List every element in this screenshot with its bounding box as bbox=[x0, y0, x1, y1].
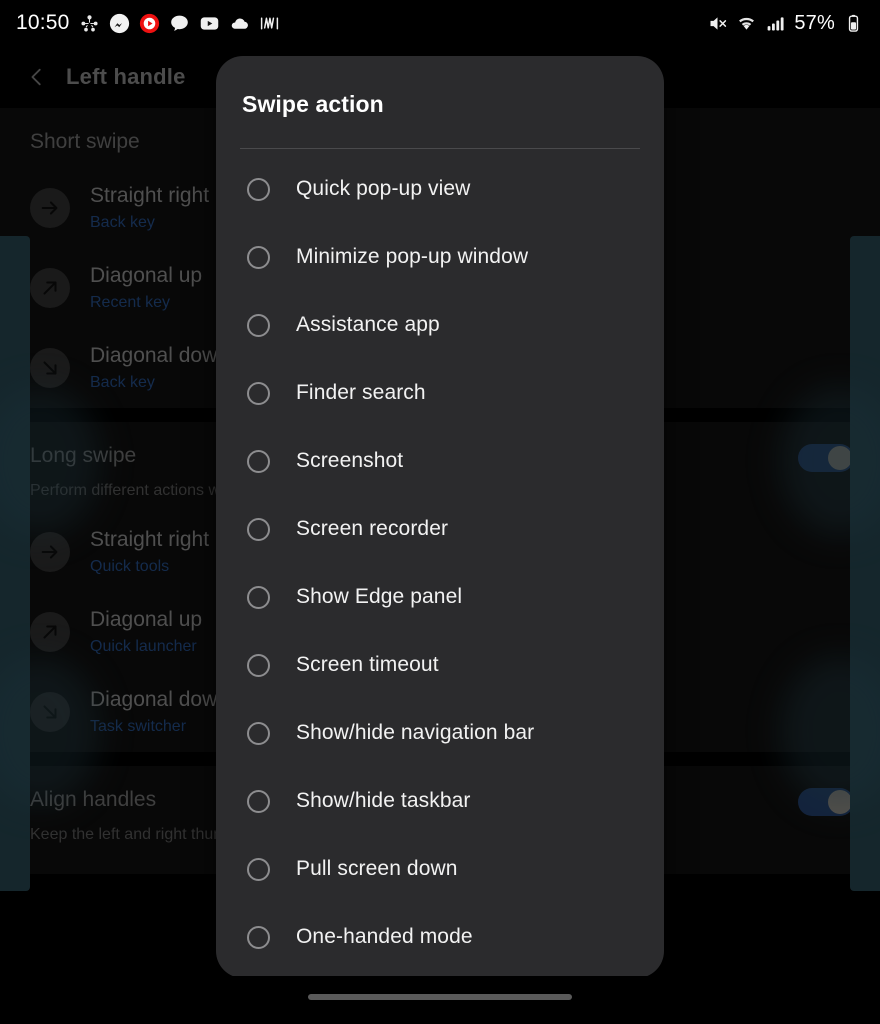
phone-screen: 10:50 57% Swipe action Quick pop-up view… bbox=[0, 0, 880, 1024]
option-label: Quick pop-up view bbox=[296, 177, 471, 200]
sharing-network-icon bbox=[79, 13, 100, 34]
radio-button[interactable] bbox=[247, 177, 270, 201]
option-row[interactable]: One-handed mode bbox=[216, 903, 664, 971]
wifi-icon bbox=[736, 13, 757, 34]
radio-button[interactable] bbox=[247, 245, 270, 269]
status-bar: 10:50 57% bbox=[0, 0, 880, 46]
option-row[interactable]: Minimize pop-up window bbox=[216, 223, 664, 291]
option-label: Show Edge panel bbox=[296, 585, 463, 608]
swipe-action-dialog: Swipe action Quick pop-up view Minimize p… bbox=[216, 56, 664, 978]
gesture-handle[interactable] bbox=[308, 994, 572, 1000]
radio-button[interactable] bbox=[247, 721, 270, 745]
radio-button[interactable] bbox=[247, 313, 270, 337]
option-row[interactable]: Show/hide navigation bar bbox=[216, 699, 664, 767]
radio-button[interactable] bbox=[247, 925, 270, 949]
battery-percent-label: 57% bbox=[794, 11, 835, 34]
option-row[interactable]: Screen recorder bbox=[216, 495, 664, 563]
dialog-title: Swipe action bbox=[242, 91, 384, 117]
option-row[interactable]: Show/hide taskbar bbox=[216, 767, 664, 835]
option-label: Minimize pop-up window bbox=[296, 245, 529, 268]
option-row[interactable]: Screenshot bbox=[216, 427, 664, 495]
radio-button[interactable] bbox=[247, 585, 270, 609]
swipe-action-option-list: Quick pop-up view Minimize pop-up window A… bbox=[216, 149, 664, 971]
option-row[interactable]: Assistance app bbox=[216, 291, 664, 359]
radio-button[interactable] bbox=[247, 517, 270, 541]
option-label: Show/hide taskbar bbox=[296, 789, 471, 812]
radio-button[interactable] bbox=[247, 653, 270, 677]
signal-icon bbox=[765, 13, 786, 34]
option-row[interactable]: Quick pop-up view bbox=[216, 155, 664, 223]
youtube-icon bbox=[199, 13, 220, 34]
option-label: Finder search bbox=[296, 381, 426, 404]
waveform-icon bbox=[259, 13, 280, 34]
option-label: One-handed mode bbox=[296, 925, 473, 948]
status-bar-clock: 10:50 bbox=[16, 11, 70, 34]
option-label: Screen recorder bbox=[296, 517, 449, 540]
option-row[interactable]: Screen timeout bbox=[216, 631, 664, 699]
option-label: Assistance app bbox=[296, 313, 440, 336]
radio-button[interactable] bbox=[247, 381, 270, 405]
option-label: Screen timeout bbox=[296, 653, 439, 676]
option-row[interactable]: Finder search bbox=[216, 359, 664, 427]
navigation-bar bbox=[0, 976, 880, 1024]
option-label: Screenshot bbox=[296, 449, 404, 472]
status-bar-right: 57% bbox=[707, 12, 864, 35]
status-bar-left: 10:50 bbox=[16, 11, 280, 35]
option-label: Show/hide navigation bar bbox=[296, 721, 535, 744]
youtube-music-icon bbox=[139, 13, 160, 34]
option-row[interactable]: Show Edge panel bbox=[216, 563, 664, 631]
battery-icon bbox=[843, 13, 864, 34]
radio-button[interactable] bbox=[247, 857, 270, 881]
radio-button[interactable] bbox=[247, 789, 270, 813]
cloud-icon bbox=[229, 13, 250, 34]
option-row[interactable]: Pull screen down bbox=[216, 835, 664, 903]
mute-icon bbox=[707, 13, 728, 34]
radio-button[interactable] bbox=[247, 449, 270, 473]
kakaotalk-icon bbox=[169, 13, 190, 34]
option-label: Pull screen down bbox=[296, 857, 458, 880]
messenger-icon bbox=[109, 13, 130, 34]
